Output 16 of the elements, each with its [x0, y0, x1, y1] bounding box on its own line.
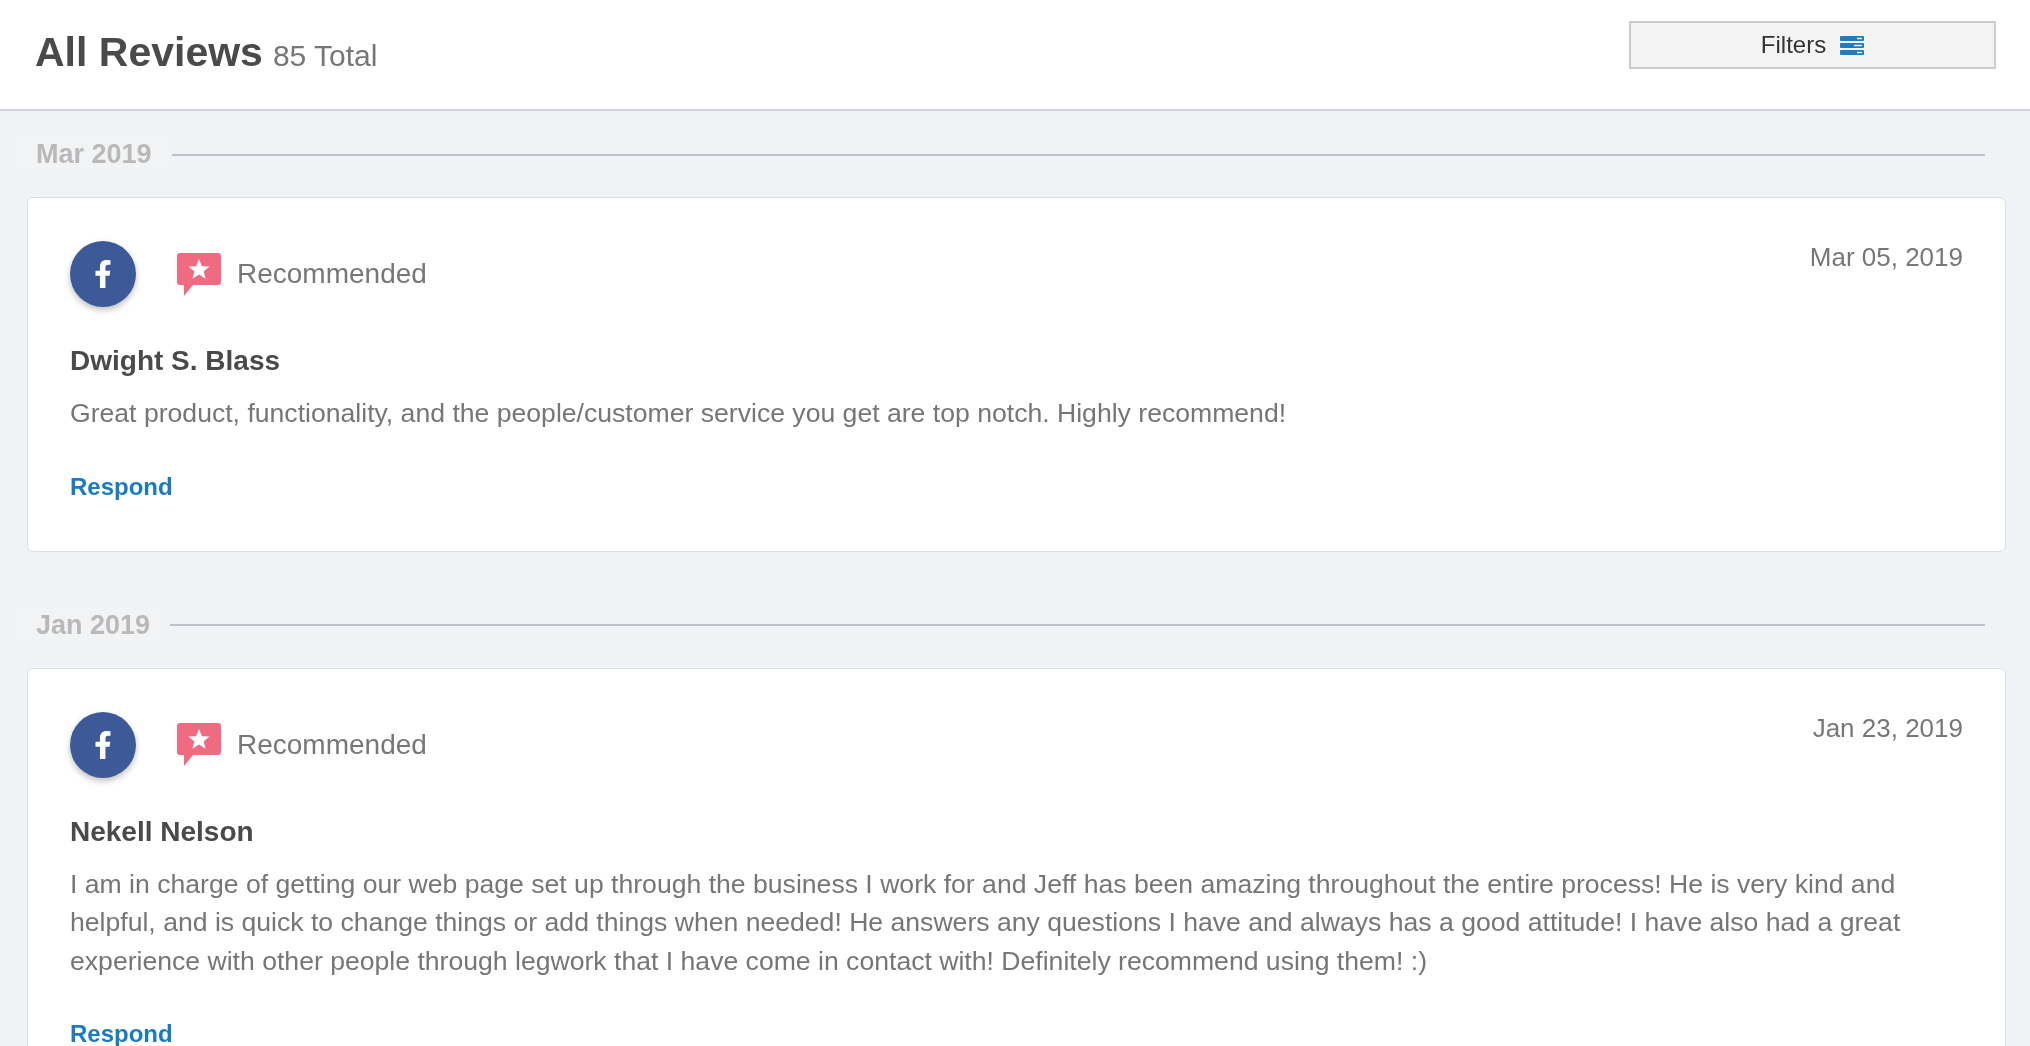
page-title: All Reviews — [35, 28, 263, 76]
star-speech-bubble-icon — [177, 723, 221, 767]
facebook-icon — [70, 241, 136, 307]
reviewer-name: Nekell Nelson — [70, 815, 255, 848]
review-text: I am in charge of getting our web page set up through the business I work for and Jeff has been amazing throughout the entire process! He is very kind and helpful, and is quick to change things or add things when needed! He answers any questions I have and always has a good attitude! I have also had a great experience with other people through legwork that I have come in contact with! Definitely recommend using them! :) — [70, 867, 1902, 978]
review-date: Mar 05, 2019 — [1809, 241, 1963, 273]
reviewer-name: Dwight S. Blass — [70, 345, 282, 377]
review-date: Jan 23, 2019 — [1812, 711, 1963, 744]
recommendation-label: Recommended — [237, 258, 427, 290]
recommendation-label: Recommended — [237, 728, 427, 761]
review-text: Great product, functionality, and the people/customer service you get are top notch. Highly recommend! — [70, 397, 1288, 430]
star-speech-bubble-icon — [177, 252, 221, 296]
facebook-icon — [70, 711, 136, 778]
total-count: 85 Total — [272, 38, 378, 74]
stacked-bars-icon — [1840, 35, 1865, 55]
filters-button[interactable]: Filters — [1629, 21, 1996, 69]
